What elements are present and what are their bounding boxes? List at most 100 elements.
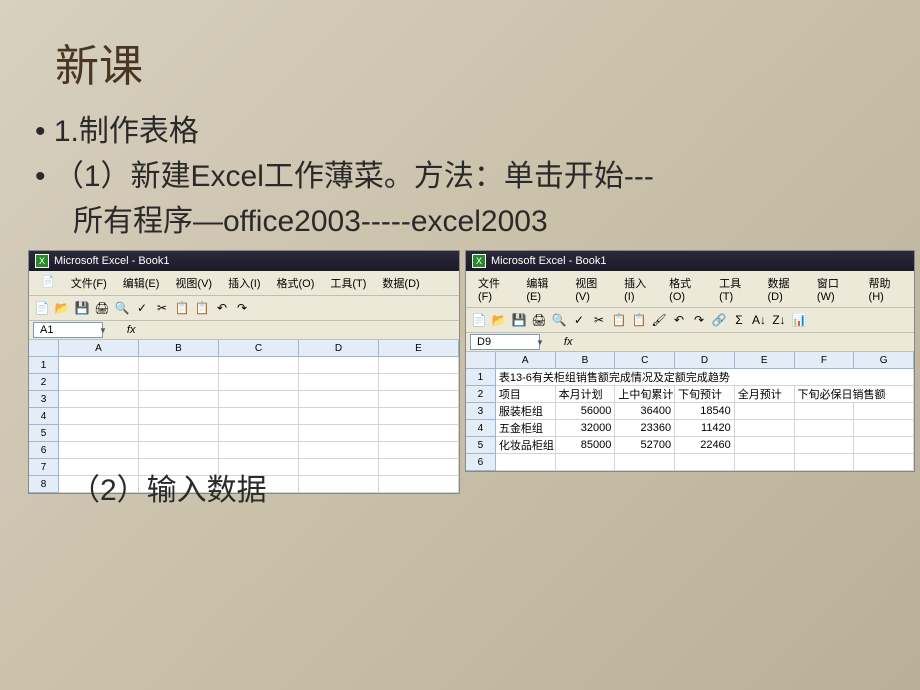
cell[interactable] — [379, 476, 459, 493]
cell[interactable] — [299, 408, 379, 425]
cell[interactable]: 36400 — [615, 403, 675, 420]
cell[interactable]: 本月计划 — [556, 386, 616, 403]
cell[interactable]: 18540 — [675, 403, 735, 420]
paste-icon[interactable]: 📋 — [630, 311, 648, 329]
col-header-B[interactable]: B — [139, 340, 219, 357]
cell[interactable] — [299, 357, 379, 374]
col-header-C[interactable]: C — [615, 352, 675, 369]
cell[interactable]: 11420 — [675, 420, 735, 437]
cell[interactable]: 23360 — [615, 420, 675, 437]
chart-icon[interactable]: 📊 — [790, 311, 808, 329]
row-header[interactable]: 1 — [466, 369, 496, 386]
cell[interactable]: 上中旬累计 — [615, 386, 675, 403]
sum-icon[interactable]: Σ — [730, 311, 748, 329]
row-header[interactable]: 2 — [466, 386, 496, 403]
row-header[interactable]: 4 — [466, 420, 496, 437]
cell[interactable] — [379, 408, 459, 425]
select-all-corner[interactable] — [466, 352, 496, 369]
row-header[interactable]: 7 — [29, 459, 59, 476]
cell[interactable] — [299, 459, 379, 476]
cell[interactable]: 52700 — [615, 437, 675, 454]
cell[interactable] — [556, 454, 616, 471]
cell[interactable]: 全月预计 — [735, 386, 795, 403]
sort-asc-icon[interactable]: A↓ — [750, 311, 768, 329]
row-header[interactable]: 3 — [466, 403, 496, 420]
row-header[interactable]: 5 — [466, 437, 496, 454]
cell[interactable]: 下旬必保日销售额 — [795, 386, 914, 403]
winmenu-icon[interactable]: 📄 — [33, 273, 63, 293]
spell-icon[interactable]: ✓ — [133, 299, 151, 317]
cell[interactable] — [139, 391, 219, 408]
cell[interactable] — [299, 476, 379, 493]
row-header[interactable]: 6 — [29, 442, 59, 459]
row-header[interactable]: 2 — [29, 374, 59, 391]
row-header[interactable]: 8 — [29, 476, 59, 493]
cell[interactable] — [299, 374, 379, 391]
preview-icon[interactable]: 🔍 — [550, 311, 568, 329]
cell[interactable] — [299, 391, 379, 408]
new-icon[interactable]: 📄 — [470, 311, 488, 329]
undo-icon[interactable]: ↶ — [670, 311, 688, 329]
name-box[interactable]: D9 — [470, 334, 540, 350]
cell[interactable] — [795, 420, 855, 437]
cell[interactable] — [854, 437, 914, 454]
cut-icon[interactable]: ✂ — [590, 311, 608, 329]
col-header-B[interactable]: B — [556, 352, 616, 369]
menu-insert[interactable]: 插入(I) — [220, 273, 268, 293]
cell[interactable] — [854, 403, 914, 420]
cell[interactable] — [139, 442, 219, 459]
save-icon[interactable]: 💾 — [73, 299, 91, 317]
menu-view[interactable]: 视图(V) — [567, 273, 616, 305]
cell[interactable]: 化妆品柜组 — [496, 437, 556, 454]
cell[interactable] — [735, 403, 795, 420]
cell[interactable]: 85000 — [556, 437, 616, 454]
menu-file[interactable]: 文件(F) — [63, 273, 115, 293]
cell[interactable]: 56000 — [556, 403, 616, 420]
cell[interactable] — [735, 454, 795, 471]
row-header[interactable]: 6 — [466, 454, 496, 471]
copy-icon[interactable]: 📋 — [173, 299, 191, 317]
cut-icon[interactable]: ✂ — [153, 299, 171, 317]
col-header-C[interactable]: C — [219, 340, 299, 357]
cell[interactable] — [379, 357, 459, 374]
cell[interactable] — [219, 374, 299, 391]
select-all-corner[interactable] — [29, 340, 59, 357]
cell[interactable] — [219, 391, 299, 408]
cell[interactable] — [735, 437, 795, 454]
menu-edit[interactable]: 编辑(E) — [115, 273, 168, 293]
menu-view[interactable]: 视图(V) — [167, 273, 220, 293]
cell[interactable] — [379, 442, 459, 459]
row-header[interactable]: 4 — [29, 408, 59, 425]
row-header[interactable]: 1 — [29, 357, 59, 374]
cell[interactable] — [379, 459, 459, 476]
cell[interactable] — [379, 391, 459, 408]
fx-icon[interactable]: fx — [127, 324, 136, 336]
cell-title[interactable]: 表13-6有关柜组销售额完成情况及定额完成趋势 — [496, 369, 914, 386]
menu-insert[interactable]: 插入(I) — [616, 273, 661, 305]
cell[interactable] — [675, 454, 735, 471]
cell[interactable] — [795, 454, 855, 471]
cell[interactable] — [299, 425, 379, 442]
cell[interactable] — [59, 442, 139, 459]
cell[interactable] — [219, 357, 299, 374]
cell[interactable] — [615, 454, 675, 471]
open-icon[interactable]: 📂 — [490, 311, 508, 329]
fx-icon[interactable]: fx — [564, 336, 573, 348]
cell[interactable] — [219, 425, 299, 442]
menu-format[interactable]: 格式(O) — [661, 273, 711, 305]
menu-format[interactable]: 格式(O) — [268, 273, 322, 293]
paste-icon[interactable]: 📋 — [193, 299, 211, 317]
menu-edit[interactable]: 编辑(E) — [518, 273, 567, 305]
cell[interactable] — [379, 374, 459, 391]
sort-desc-icon[interactable]: Z↓ — [770, 311, 788, 329]
cell[interactable] — [139, 357, 219, 374]
print-icon[interactable]: 🖨 — [530, 311, 548, 329]
col-header-F[interactable]: F — [795, 352, 855, 369]
cell[interactable] — [59, 425, 139, 442]
cell[interactable] — [299, 442, 379, 459]
namebox-dropdown-icon[interactable]: ▼ — [99, 326, 107, 335]
menu-data[interactable]: 数据(D) — [374, 273, 427, 293]
row-header[interactable]: 5 — [29, 425, 59, 442]
undo-icon[interactable]: ↶ — [213, 299, 231, 317]
cell[interactable] — [854, 420, 914, 437]
